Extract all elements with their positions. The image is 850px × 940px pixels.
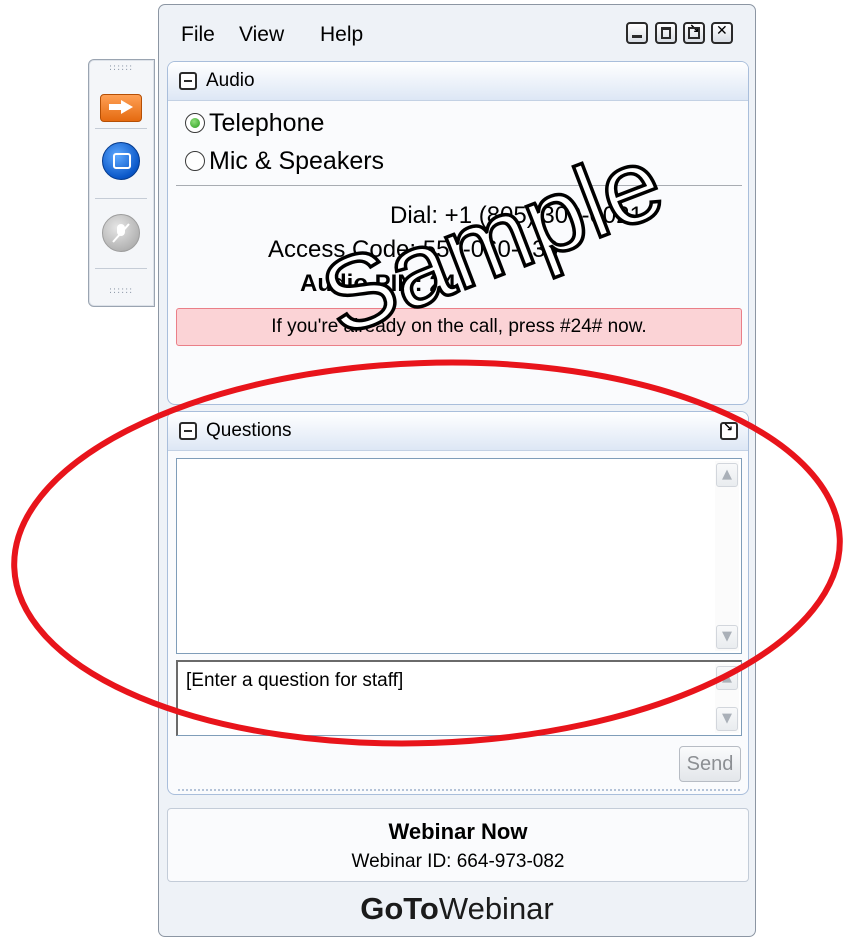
window-icon <box>113 153 131 169</box>
resize-handle[interactable] <box>178 789 740 791</box>
mic-speakers-option[interactable]: Mic & Speakers <box>185 147 384 176</box>
scroll-up-icon[interactable]: ▲ <box>716 666 738 690</box>
mic-mute-button[interactable] <box>102 214 140 252</box>
drag-handle-icon[interactable]: :::::: <box>109 287 132 296</box>
questions-panel: Questions ▲ ▼ [Enter a question for staf… <box>167 411 749 795</box>
menu-help[interactable]: Help <box>320 23 363 47</box>
questions-panel-header: Questions <box>168 412 748 451</box>
questions-panel-title: Questions <box>206 420 292 441</box>
send-button[interactable]: Send <box>679 746 741 782</box>
question-input[interactable]: [Enter a question for staff] ▲ ▼ <box>176 660 742 736</box>
dial-number: Dial: +1 (805) 309-0021 <box>390 202 643 229</box>
radio-unselected-icon[interactable] <box>185 151 205 171</box>
minimize-icon[interactable] <box>626 22 648 44</box>
scroll-up-icon[interactable]: ▲ <box>716 463 738 487</box>
webinar-name: Webinar Now <box>388 819 528 844</box>
scrollbar[interactable]: ▲ ▼ <box>715 461 739 651</box>
menu-view[interactable]: View <box>239 23 284 47</box>
arrow-right-icon <box>109 100 133 114</box>
menu-bar: File View Help <box>159 5 755 57</box>
audio-panel-title: Audio <box>206 70 255 91</box>
collapse-icon[interactable] <box>179 422 197 440</box>
telephone-option[interactable]: Telephone <box>185 109 324 138</box>
divider <box>176 185 742 186</box>
gotowebinar-logo: GoToWebinar <box>159 891 755 927</box>
audio-panel-header: Audio <box>168 62 748 101</box>
scrollbar[interactable]: ▲ ▼ <box>715 664 739 733</box>
maximize-icon[interactable] <box>655 22 677 44</box>
show-hide-panel-button[interactable] <box>100 94 142 122</box>
close-icon[interactable] <box>711 22 733 44</box>
gotowebinar-window: File View Help Audio Telephone Mic & Spe… <box>158 4 756 937</box>
scroll-down-icon[interactable]: ▼ <box>716 625 738 649</box>
webinar-id: Webinar ID: 664-973-082 <box>351 851 565 872</box>
telephone-label: Telephone <box>209 109 325 137</box>
logo-goto: GoTo <box>360 891 439 926</box>
access-code: Access Code: 558-060-139 <box>268 236 559 263</box>
popout-icon[interactable] <box>720 420 738 440</box>
drag-handle-icon[interactable]: :::::: <box>109 64 132 73</box>
questions-log[interactable]: ▲ ▼ <box>176 458 742 654</box>
collapse-icon[interactable] <box>179 72 197 90</box>
menu-file[interactable]: File <box>181 23 215 47</box>
mic-muted-icon <box>112 223 130 243</box>
question-input-placeholder: [Enter a question for staff] <box>186 670 404 691</box>
logo-webinar: Webinar <box>438 891 554 926</box>
call-notice-banner: If you're already on the call, press #24… <box>176 308 742 346</box>
radio-selected-icon[interactable] <box>185 113 205 133</box>
mic-speakers-label: Mic & Speakers <box>209 147 385 175</box>
audio-pin: Audio PIN: 24 <box>300 270 457 297</box>
audio-panel: Audio Telephone Mic & Speakers Dial: +1 … <box>167 61 749 405</box>
popout-icon[interactable] <box>683 22 705 44</box>
control-panel-grab-tab[interactable]: :::::: :::::: <box>88 59 155 307</box>
scroll-down-icon[interactable]: ▼ <box>716 707 738 731</box>
webinar-info: Webinar Now Webinar ID: 664-973-082 <box>167 808 749 882</box>
screen-view-button[interactable] <box>102 142 140 180</box>
